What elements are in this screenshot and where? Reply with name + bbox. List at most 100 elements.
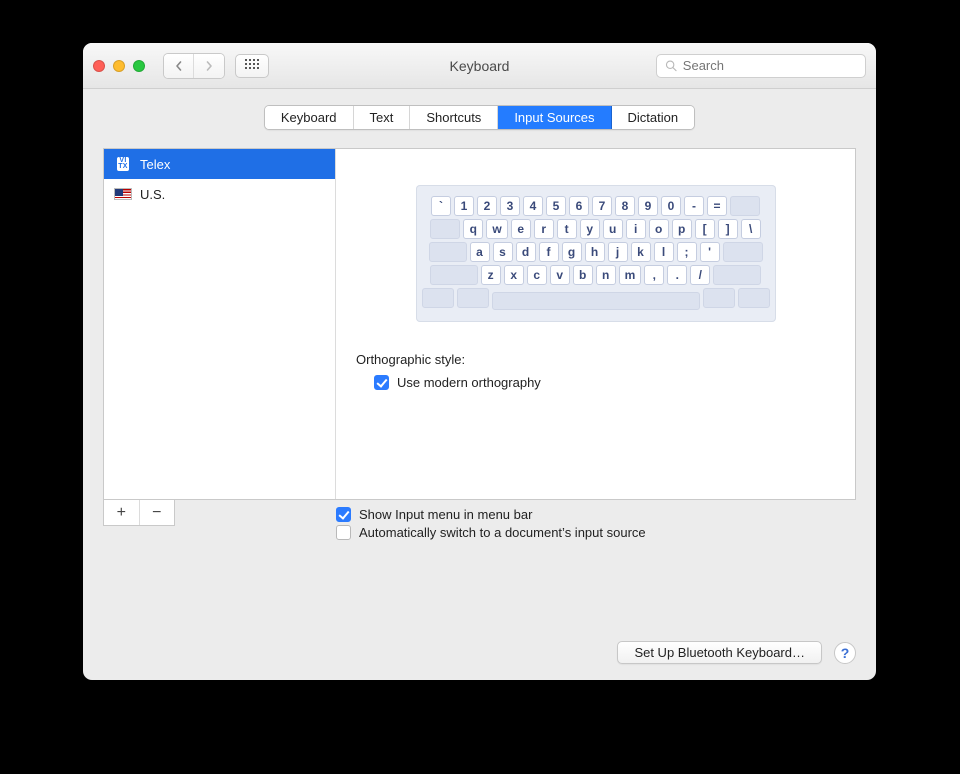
- key: v: [550, 265, 570, 285]
- forward-button[interactable]: [194, 54, 224, 78]
- setup-bluetooth-button[interactable]: Set Up Bluetooth Keyboard…: [617, 641, 822, 664]
- source-label: Telex: [140, 157, 170, 172]
- key-blank: [703, 288, 735, 308]
- tab-dictation[interactable]: Dictation: [612, 106, 695, 129]
- source-item-telex[interactable]: VITX Telex: [104, 149, 335, 179]
- help-button[interactable]: ?: [834, 642, 856, 664]
- content-area: Keyboard Text Shortcuts Input Sources Di…: [83, 89, 876, 680]
- minimize-icon[interactable]: [113, 60, 125, 72]
- key: s: [493, 242, 513, 262]
- key: 5: [546, 196, 566, 216]
- key: c: [527, 265, 547, 285]
- key: 4: [523, 196, 543, 216]
- key-blank: [723, 242, 763, 262]
- nav-buttons: [163, 53, 225, 79]
- key: 9: [638, 196, 658, 216]
- key: b: [573, 265, 593, 285]
- tab-input-sources[interactable]: Input Sources: [498, 106, 611, 129]
- remove-source-button[interactable]: −: [140, 500, 175, 525]
- tab-bar: Keyboard Text Shortcuts Input Sources Di…: [264, 105, 695, 130]
- show-all-button[interactable]: [235, 54, 269, 78]
- key: x: [504, 265, 524, 285]
- us-flag-icon: [114, 187, 132, 201]
- key: ,: [644, 265, 664, 285]
- key-space: [492, 292, 700, 310]
- back-button[interactable]: [164, 54, 194, 78]
- source-list[interactable]: VITX Telex U.S.: [104, 149, 336, 499]
- window-controls: [93, 60, 145, 72]
- key: h: [585, 242, 605, 262]
- detail-pane: `1234567890-= qwertyuiop[]\ asdfghjkl;' …: [336, 149, 855, 499]
- key: 1: [454, 196, 474, 216]
- key-blank: [430, 265, 478, 285]
- auto-switch-label: Automatically switch to a document’s inp…: [359, 525, 646, 540]
- key: l: [654, 242, 674, 262]
- search-input[interactable]: [683, 58, 857, 73]
- key: p: [672, 219, 692, 239]
- show-input-menu-label: Show Input menu in menu bar: [359, 507, 532, 522]
- key: j: [608, 242, 628, 262]
- auto-switch-checkbox[interactable]: [336, 525, 351, 540]
- key: y: [580, 219, 600, 239]
- key: -: [684, 196, 704, 216]
- grid-icon: [245, 59, 259, 73]
- key: 6: [569, 196, 589, 216]
- key: `: [431, 196, 451, 216]
- source-item-us[interactable]: U.S.: [104, 179, 335, 209]
- titlebar: Keyboard: [83, 43, 876, 89]
- zoom-icon[interactable]: [133, 60, 145, 72]
- key: u: [603, 219, 623, 239]
- add-source-button[interactable]: +: [104, 500, 140, 525]
- key-blank: [738, 288, 770, 308]
- key: 0: [661, 196, 681, 216]
- key: a: [470, 242, 490, 262]
- key: 2: [477, 196, 497, 216]
- tab-text[interactable]: Text: [354, 106, 411, 129]
- key: q: [463, 219, 483, 239]
- modern-orthography-checkbox[interactable]: [374, 375, 389, 390]
- key: \: [741, 219, 761, 239]
- key: /: [690, 265, 710, 285]
- key-blank: [422, 288, 454, 308]
- key: n: [596, 265, 616, 285]
- key: z: [481, 265, 501, 285]
- telex-icon: VITX: [114, 157, 132, 171]
- key: o: [649, 219, 669, 239]
- key: 8: [615, 196, 635, 216]
- show-input-menu-checkbox[interactable]: [336, 507, 351, 522]
- key: d: [516, 242, 536, 262]
- key-blank: [457, 288, 489, 308]
- key: w: [486, 219, 507, 239]
- key: [: [695, 219, 715, 239]
- key: m: [619, 265, 642, 285]
- key: t: [557, 219, 577, 239]
- orthographic-section: Orthographic style: Use modern orthograp…: [356, 352, 841, 390]
- show-input-menu-row[interactable]: Show Input menu in menu bar: [336, 507, 856, 522]
- tab-keyboard[interactable]: Keyboard: [265, 106, 354, 129]
- key: =: [707, 196, 727, 216]
- key-blank: [429, 242, 467, 262]
- below-panel: + − Show Input menu in menu bar Automati…: [103, 500, 856, 543]
- search-field[interactable]: [656, 54, 866, 78]
- key: 3: [500, 196, 520, 216]
- search-icon: [665, 59, 677, 72]
- key-blank: [430, 219, 460, 239]
- modern-orthography-row[interactable]: Use modern orthography: [356, 375, 841, 390]
- key: r: [534, 219, 554, 239]
- bottom-bar: Set Up Bluetooth Keyboard… ?: [103, 627, 856, 664]
- close-icon[interactable]: [93, 60, 105, 72]
- key: i: [626, 219, 646, 239]
- source-label: U.S.: [140, 187, 165, 202]
- list-footer: + −: [103, 500, 175, 526]
- preferences-window: Keyboard Keyboard Text Shortcuts Input S…: [83, 43, 876, 680]
- key: k: [631, 242, 651, 262]
- auto-switch-row[interactable]: Automatically switch to a document’s inp…: [336, 525, 856, 540]
- key-blank: [730, 196, 760, 216]
- modern-orthography-label: Use modern orthography: [397, 375, 541, 390]
- keyboard-preview: `1234567890-= qwertyuiop[]\ asdfghjkl;' …: [416, 185, 776, 322]
- main-panel: VITX Telex U.S. `1234567890-= qwertyuiop…: [103, 148, 856, 500]
- tab-shortcuts[interactable]: Shortcuts: [410, 106, 498, 129]
- key: 7: [592, 196, 612, 216]
- key: ]: [718, 219, 738, 239]
- key-blank: [713, 265, 761, 285]
